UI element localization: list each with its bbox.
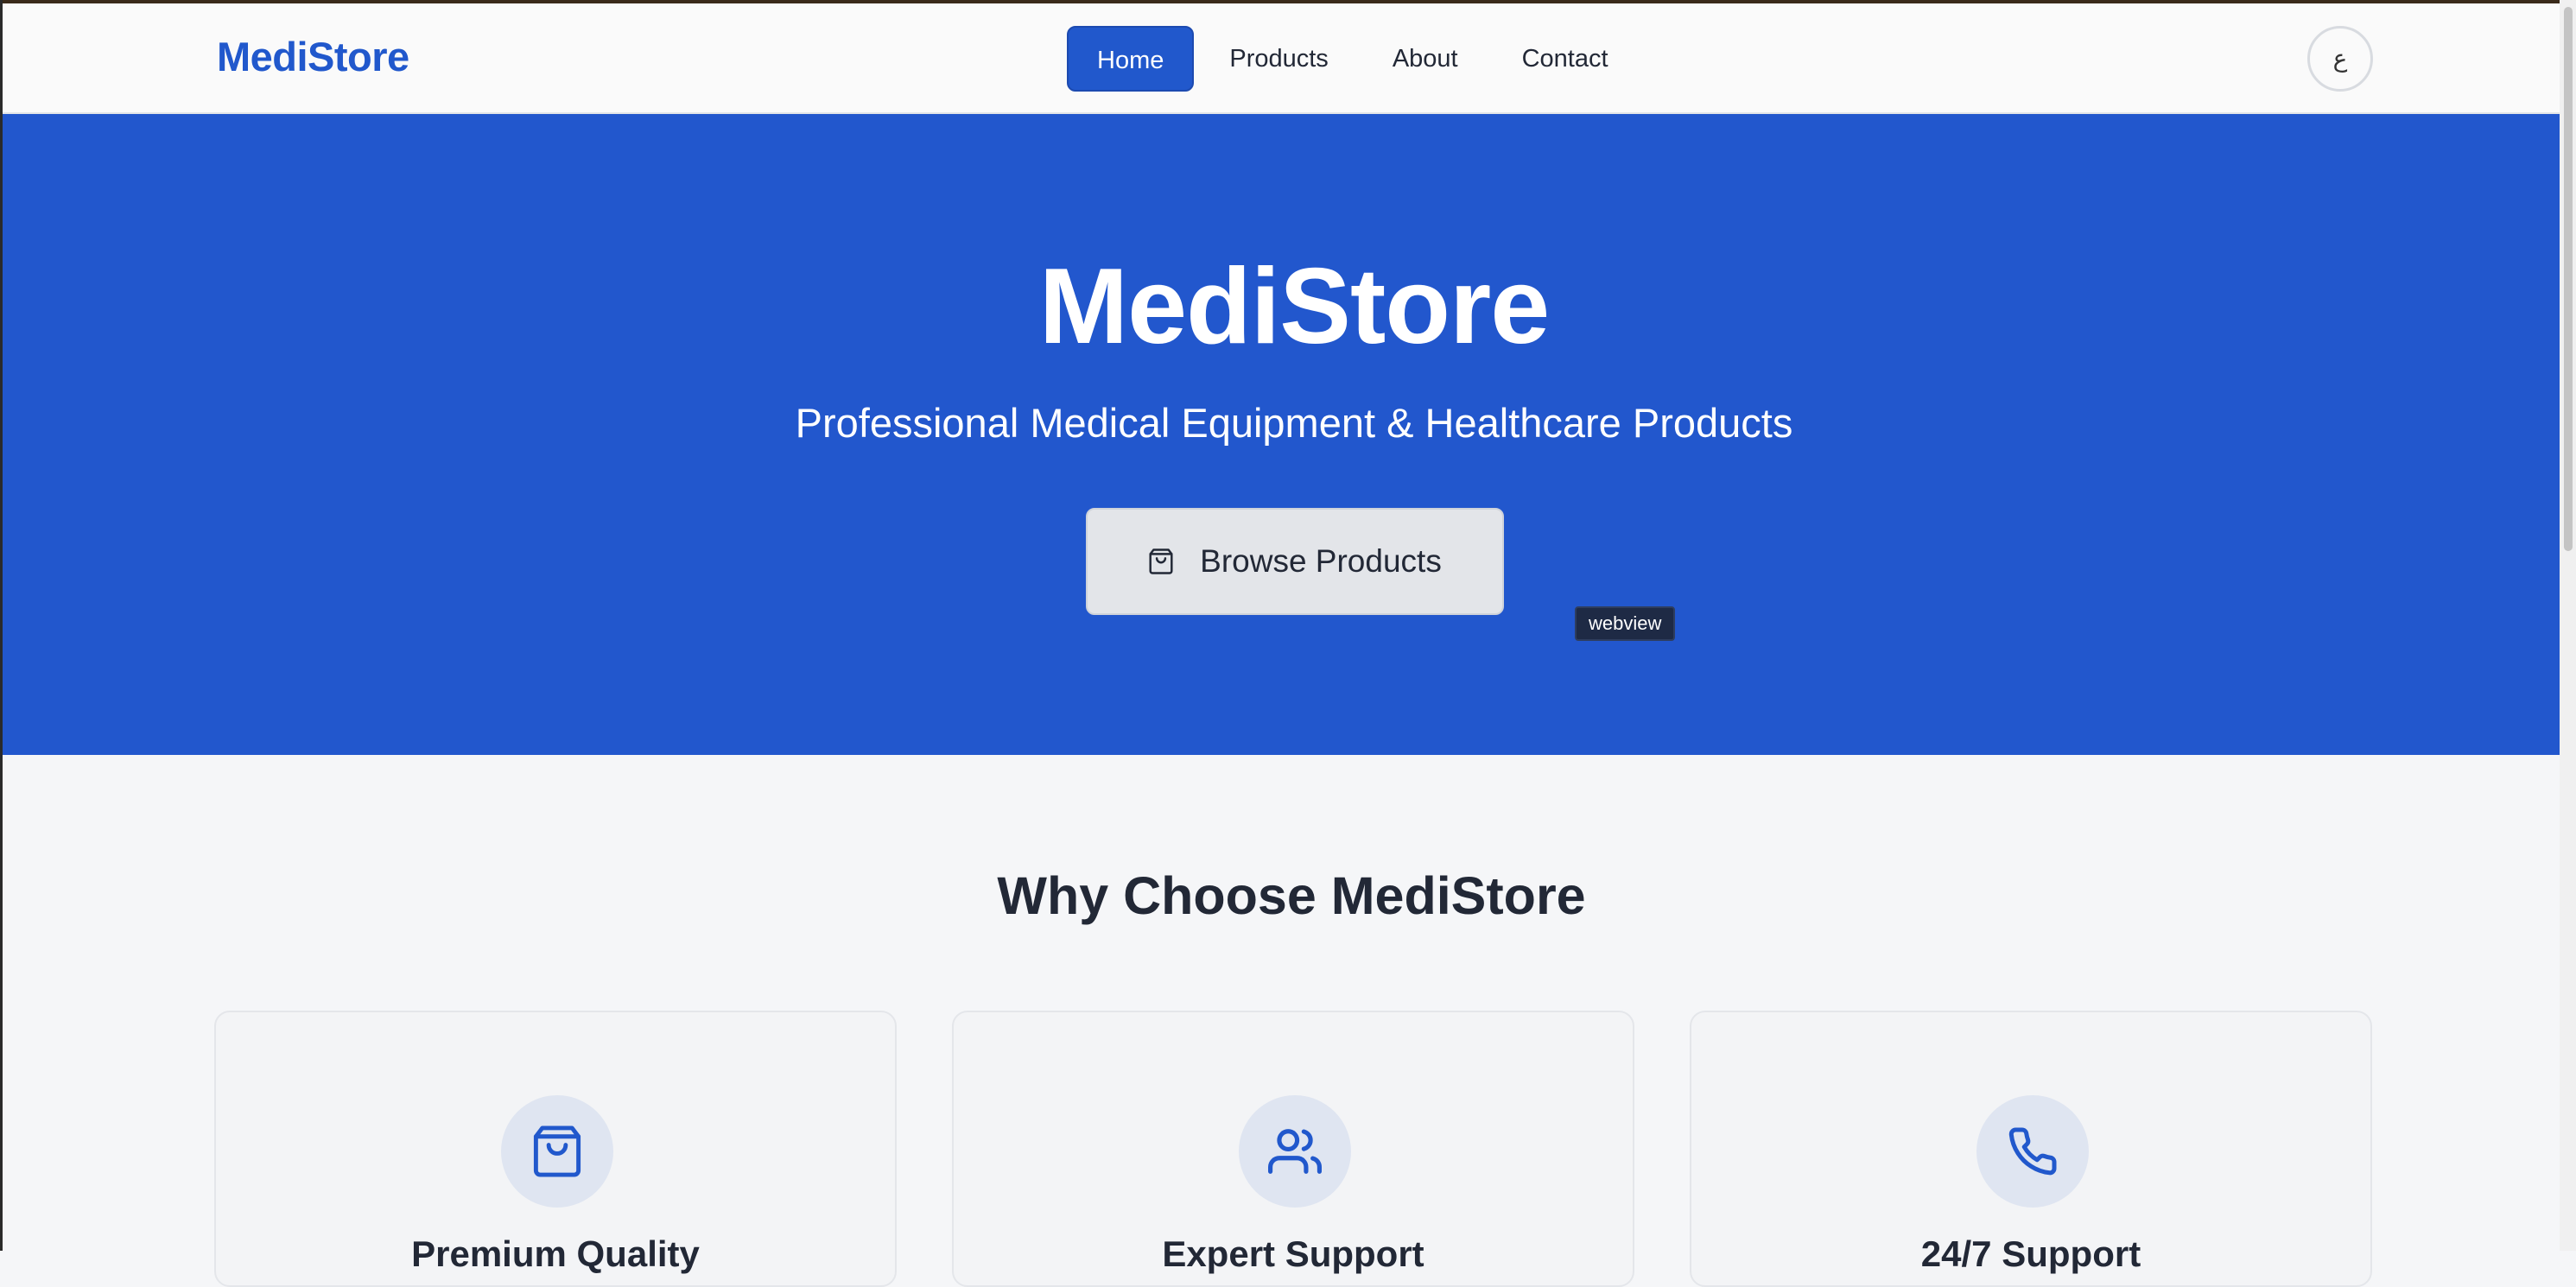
- hero-subtitle: Professional Medical Equipment & Healthc…: [795, 400, 1793, 446]
- scrollbar-thumb[interactable]: [2564, 7, 2573, 551]
- feature-card-support: 24/7 Support: [1690, 1011, 2372, 1287]
- browse-products-label: Browse Products: [1200, 543, 1442, 579]
- logo[interactable]: MediStore: [217, 33, 409, 80]
- features-title: Why Choose MediStore: [997, 866, 1586, 925]
- feature-icon-wrapper: [501, 1095, 613, 1208]
- nav-about[interactable]: About: [1364, 26, 1487, 92]
- shopping-bag-icon: [1149, 548, 1173, 574]
- feature-icon-wrapper: [1976, 1095, 2089, 1208]
- feature-card-quality: Premium Quality: [214, 1011, 897, 1287]
- webview-tooltip: webview: [1575, 606, 1676, 641]
- feature-card-title: 24/7 Support: [1920, 1233, 2141, 1274]
- main-nav: Home Products About Contact: [1067, 26, 1644, 92]
- browse-products-button[interactable]: Browse Products: [1086, 508, 1504, 615]
- hero-title: MediStore: [1038, 247, 1550, 366]
- hero-section: MediStore Professional Medical Equipment…: [3, 114, 2560, 755]
- users-icon: [1268, 1129, 1322, 1174]
- feature-card-title: Expert Support: [1162, 1233, 1424, 1274]
- feature-card-title: Premium Quality: [411, 1233, 700, 1274]
- navbar: MediStore Home Products About Contact ع: [3, 3, 2560, 114]
- nav-contact[interactable]: Contact: [1494, 26, 1637, 92]
- nav-home[interactable]: Home: [1067, 26, 1195, 92]
- shopping-bag-icon: [533, 1125, 581, 1177]
- phone-icon: [2008, 1127, 2057, 1176]
- feature-card-expert: Expert Support: [952, 1011, 1634, 1287]
- feature-icon-wrapper: [1239, 1095, 1351, 1208]
- nav-products[interactable]: Products: [1201, 26, 1356, 92]
- language-toggle-button[interactable]: ع: [2307, 26, 2373, 92]
